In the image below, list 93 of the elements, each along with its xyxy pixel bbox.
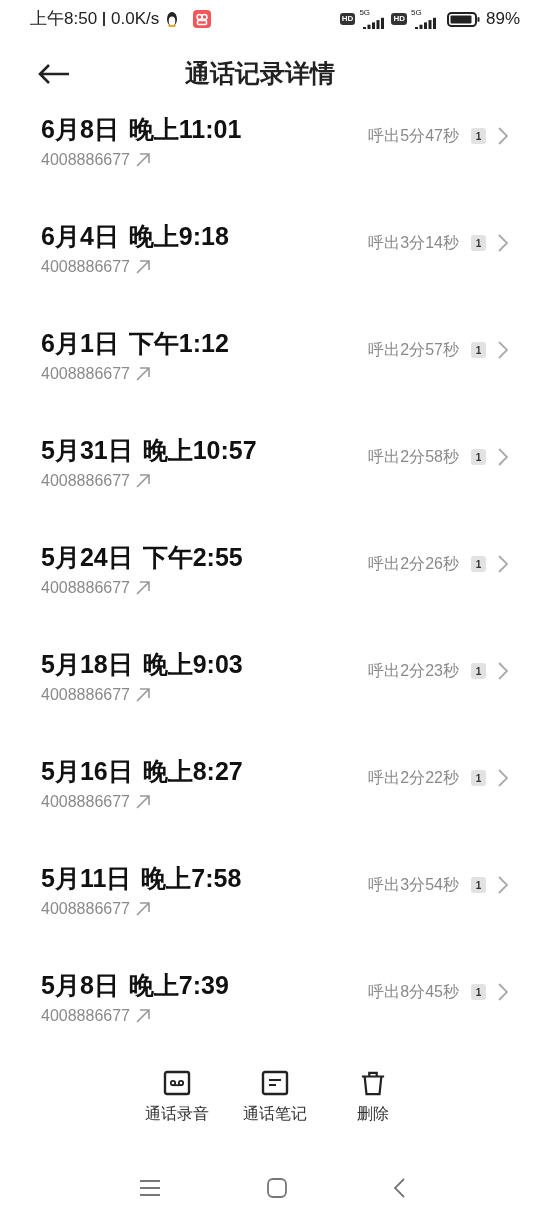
phone-number: 4008886677	[41, 899, 130, 919]
battery-percent: 89%	[485, 8, 520, 31]
call-duration: 呼出3分54秒	[368, 875, 459, 895]
menu-icon[interactable]	[140, 1180, 160, 1196]
status-time: 上午8:50	[30, 8, 98, 31]
call-record-row[interactable]: 5月16日 晚上8:27 4008886677 呼出2分22秒 1	[0, 752, 550, 859]
call-date: 5月16日	[41, 756, 133, 787]
outgoing-arrow-icon	[136, 688, 150, 702]
call-record-row[interactable]: 5月24日 下午2:55 4008886677 呼出2分26秒 1	[0, 538, 550, 645]
outgoing-arrow-icon	[136, 795, 150, 809]
cassette-icon	[163, 1070, 191, 1096]
page-title: 通话记录详情	[185, 58, 335, 90]
call-duration: 呼出5分47秒	[368, 126, 459, 146]
call-date: 6月8日	[41, 114, 119, 145]
call-date: 5月31日	[41, 435, 133, 466]
call-record-row[interactable]: 5月8日 晚上7:39 4008886677 呼出8分45秒 1	[0, 966, 550, 1073]
call-record-row[interactable]: 5月11日 晚上7:58 4008886677 呼出3分54秒 1	[0, 859, 550, 966]
sim-badge: 1	[471, 770, 486, 786]
back-icon[interactable]	[393, 1178, 405, 1198]
outgoing-arrow-icon	[136, 474, 150, 488]
phone-number: 4008886677	[41, 792, 130, 812]
toolbar-button[interactable]: 通话录音	[143, 1070, 211, 1150]
call-duration: 呼出3分14秒	[368, 233, 459, 253]
call-duration: 呼出2分57秒	[368, 340, 459, 360]
call-time: 晚上11:01	[128, 114, 242, 145]
call-date: 5月24日	[41, 542, 133, 573]
call-record-row[interactable]: 6月4日 晚上9:18 4008886677 呼出3分14秒 1	[0, 217, 550, 324]
outgoing-arrow-icon	[136, 260, 150, 274]
sim-badge: 1	[471, 984, 486, 1000]
chevron-right-icon[interactable]	[498, 769, 508, 787]
sim-badge: 1	[471, 235, 486, 251]
sim-badge: 1	[471, 556, 486, 572]
chevron-right-icon[interactable]	[498, 662, 508, 680]
sim-badge: 1	[471, 877, 486, 893]
network-speed: 0.0K/s	[111, 8, 160, 31]
sim-badge: 1	[471, 128, 486, 144]
back-arrow-icon[interactable]	[38, 64, 70, 84]
outgoing-arrow-icon	[136, 902, 150, 916]
sim-badge: 1	[471, 663, 486, 679]
chevron-right-icon[interactable]	[498, 127, 508, 145]
call-time: 晚上9:03	[142, 649, 243, 680]
call-duration: 呼出2分22秒	[368, 768, 459, 788]
phone-number: 4008886677	[41, 257, 130, 277]
sim-badge: 1	[471, 342, 486, 358]
call-time: 晚上10:57	[142, 435, 257, 466]
call-date: 5月8日	[41, 970, 119, 1001]
network-type: 5G	[359, 9, 371, 17]
call-time: 下午2:55	[142, 542, 243, 573]
trash-icon	[360, 1070, 386, 1096]
chevron-right-icon[interactable]	[498, 876, 508, 894]
chevron-right-icon[interactable]	[498, 448, 508, 466]
call-date: 6月4日	[41, 221, 119, 252]
phone-number: 4008886677	[41, 364, 130, 384]
home-icon[interactable]	[266, 1178, 287, 1198]
call-record-row[interactable]: 5月31日 晚上10:57 4008886677 呼出2分58秒 1	[0, 431, 550, 538]
outgoing-arrow-icon	[136, 1009, 150, 1023]
chevron-right-icon[interactable]	[498, 983, 508, 1001]
chevron-right-icon[interactable]	[498, 234, 508, 252]
call-record-row[interactable]: 6月1日 下午1:12 4008886677 呼出2分57秒 1	[0, 324, 550, 431]
phone-number: 4008886677	[41, 685, 130, 705]
sim-badge: 1	[471, 449, 486, 465]
call-record-row[interactable]: 5月18日 晚上9:03 4008886677 呼出2分23秒 1	[0, 645, 550, 752]
outgoing-arrow-icon	[136, 153, 150, 167]
phone-number: 4008886677	[41, 150, 130, 170]
hd-badge: HD	[339, 13, 356, 25]
call-time: 晚上7:58	[141, 863, 242, 894]
call-date: 5月11日	[41, 863, 132, 894]
call-time: 晚上9:18	[128, 221, 229, 252]
chevron-right-icon[interactable]	[498, 341, 508, 359]
phone-number: 4008886677	[41, 578, 130, 598]
call-duration: 呼出2分23秒	[368, 661, 459, 681]
app-icon	[193, 10, 212, 28]
toolbar-button[interactable]: 通话笔记	[241, 1070, 309, 1150]
call-record-row[interactable]: 6月8日 晚上11:01 4008886677 呼出5分47秒 1	[0, 110, 550, 217]
call-duration: 呼出2分58秒	[368, 447, 459, 467]
call-time: 下午1:12	[128, 328, 229, 359]
call-time: 晚上8:27	[142, 756, 243, 787]
hd-badge: HD	[391, 13, 407, 25]
chevron-right-icon[interactable]	[498, 555, 508, 573]
outgoing-arrow-icon	[136, 367, 150, 381]
call-duration: 呼出8分45秒	[368, 982, 459, 1002]
call-duration: 呼出2分26秒	[368, 554, 459, 574]
call-date: 6月1日	[41, 328, 119, 359]
call-date: 5月18日	[41, 649, 133, 680]
toolbar-button[interactable]: 删除	[339, 1070, 407, 1150]
call-time: 晚上7:39	[128, 970, 229, 1001]
battery-icon	[446, 11, 480, 27]
penguin-icon	[165, 11, 180, 27]
outgoing-arrow-icon	[136, 581, 150, 595]
note-icon	[261, 1070, 289, 1096]
network-type: 5G	[410, 9, 422, 17]
phone-number: 4008886677	[41, 1006, 130, 1026]
phone-number: 4008886677	[41, 471, 130, 491]
